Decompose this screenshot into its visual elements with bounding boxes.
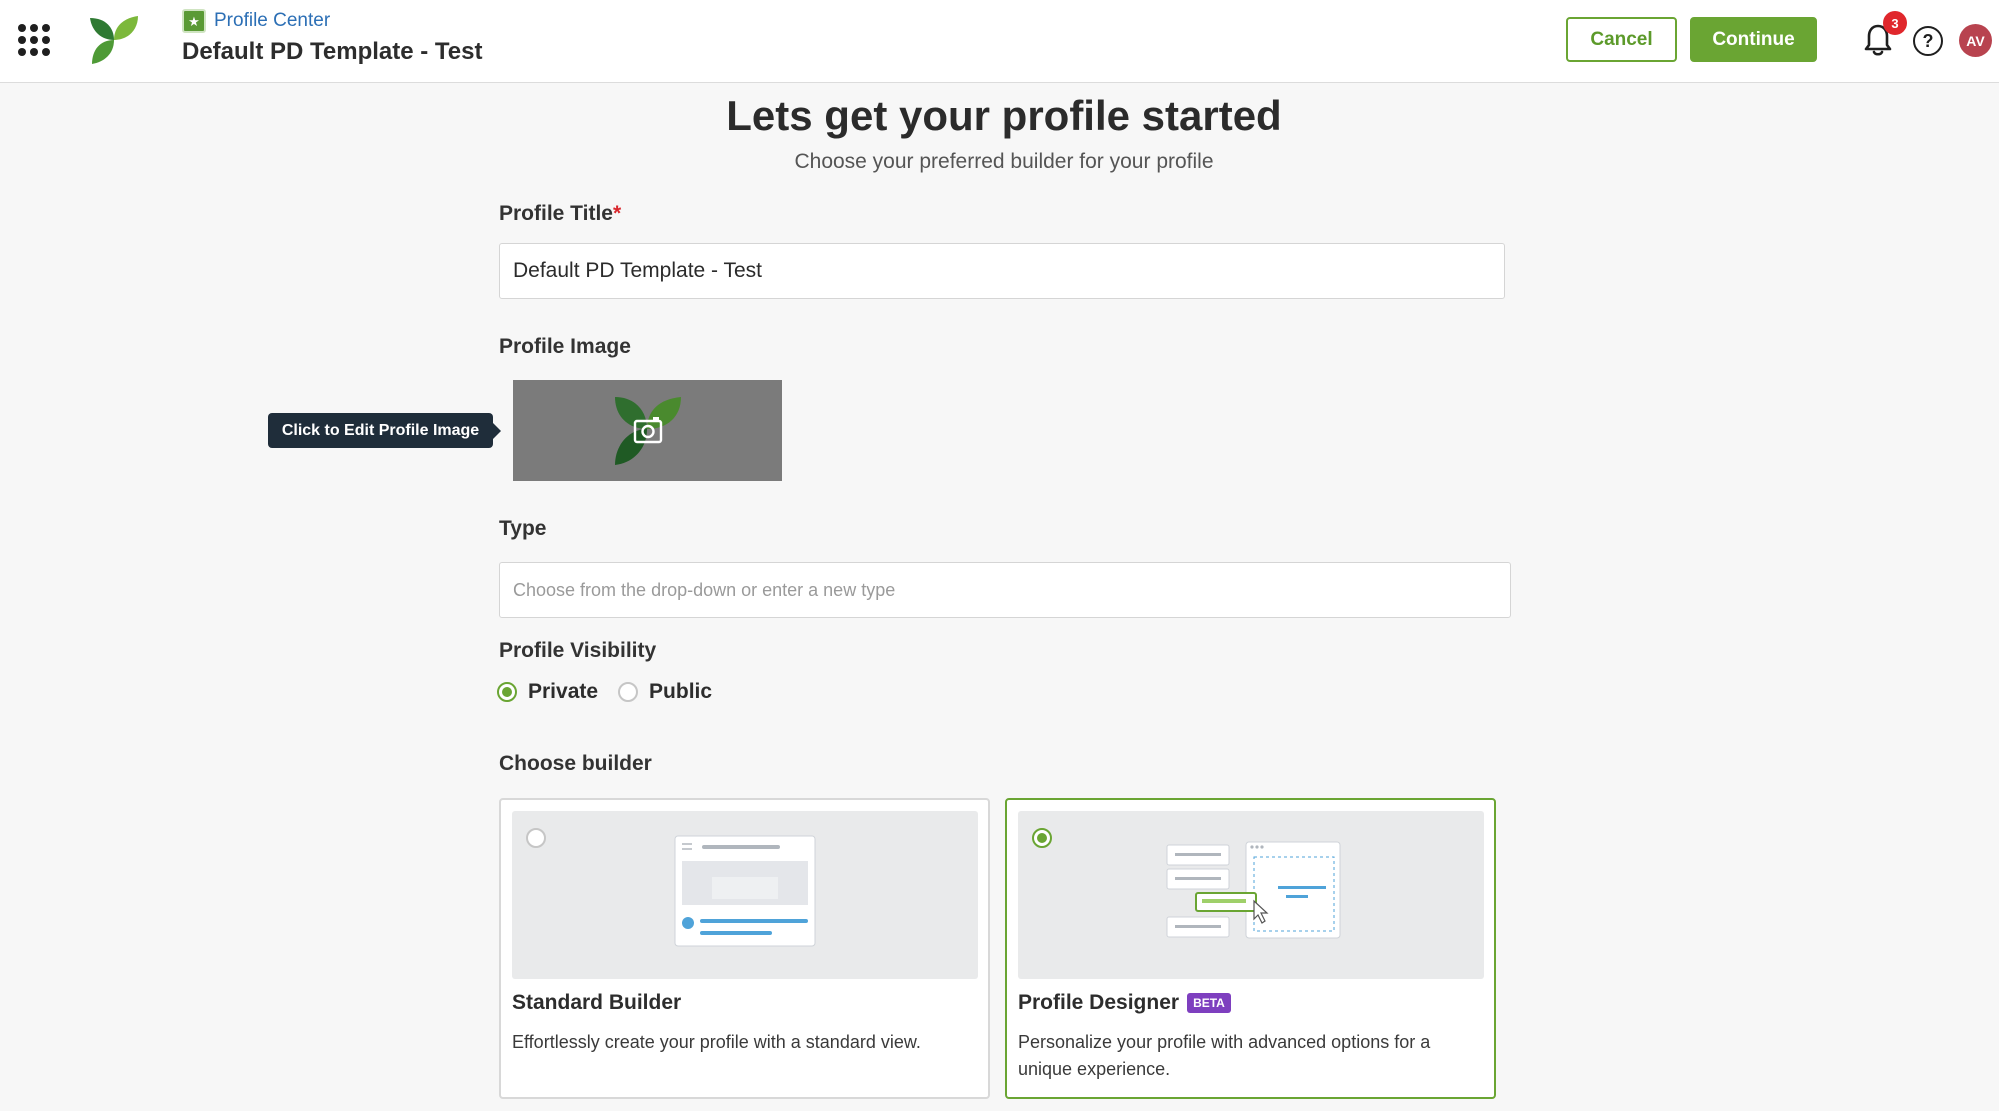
standard-builder-title-text: Standard Builder: [512, 991, 682, 1014]
user-avatar[interactable]: AV: [1959, 24, 1992, 57]
standard-builder-illustration-icon: [674, 835, 816, 947]
notification-count-badge: 3: [1883, 11, 1907, 35]
page-heading: Lets get your profile started: [726, 92, 1282, 139]
profile-title-label-text: Profile Title: [499, 202, 613, 225]
app-launcher-icon[interactable]: [16, 22, 52, 58]
page-title: Default PD Template - Test: [182, 38, 483, 65]
type-input[interactable]: Choose from the drop-down or enter a new…: [499, 562, 1511, 618]
help-icon[interactable]: ?: [1913, 26, 1943, 56]
breadcrumb: ★ Profile Center: [182, 9, 330, 33]
continue-button[interactable]: Continue: [1690, 17, 1817, 62]
visibility-private-label[interactable]: Private: [528, 680, 598, 704]
standard-builder-radio[interactable]: [526, 828, 546, 848]
profile-title-label: Profile Title*: [499, 202, 621, 226]
profile-title-input[interactable]: Default PD Template - Test: [499, 243, 1505, 299]
profile-designer-preview: [1018, 811, 1484, 979]
page-subheading: Choose your preferred builder for your p…: [794, 150, 1214, 173]
brand-logo[interactable]: [88, 14, 140, 66]
standard-builder-description: Effortlessly create your profile with a …: [512, 1032, 921, 1052]
profile-designer-description: Personalize your profile with advanced o…: [1018, 1032, 1431, 1079]
standard-builder-card[interactable]: Standard Builder Effortlessly create you…: [499, 798, 990, 1099]
profile-designer-radio[interactable]: [1032, 828, 1052, 848]
type-label: Type: [499, 517, 547, 540]
profile-designer-card[interactable]: Profile Designer BETA Personalize your p…: [1005, 798, 1496, 1099]
visibility-public-label[interactable]: Public: [649, 680, 712, 704]
camera-icon: [633, 417, 663, 444]
breadcrumb-profile-center-link[interactable]: Profile Center: [214, 10, 330, 32]
standard-builder-preview: [512, 811, 978, 979]
edit-image-tooltip: Click to Edit Profile Image: [268, 413, 501, 448]
visibility-private-radio[interactable]: [497, 682, 517, 702]
profile-designer-title-text: Profile Designer: [1018, 991, 1180, 1014]
standard-builder-title: Standard Builder: [512, 991, 681, 1015]
visibility-public-radio[interactable]: [618, 682, 639, 702]
profile-designer-illustration-icon: [1166, 841, 1341, 939]
profile-image-label: Profile Image: [499, 335, 631, 358]
profile-image-editor[interactable]: [513, 380, 782, 481]
top-bar: ★ Profile Center Default PD Template - T…: [0, 0, 1999, 83]
profile-center-icon: ★: [182, 9, 206, 33]
profile-designer-title: Profile Designer BETA: [1018, 991, 1231, 1015]
visibility-radio-group: Private Public: [497, 680, 732, 704]
cancel-button[interactable]: Cancel: [1566, 17, 1677, 62]
required-asterisk: *: [612, 202, 622, 225]
beta-badge: BETA: [1187, 993, 1231, 1013]
choose-builder-label: Choose builder: [499, 752, 652, 775]
profile-visibility-label: Profile Visibility: [499, 639, 657, 662]
